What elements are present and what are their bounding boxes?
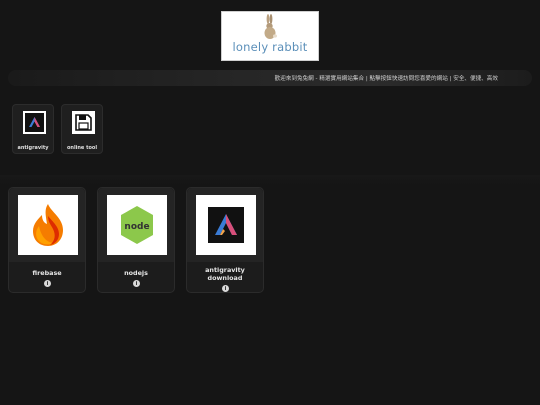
shortcut-icon-frame [72, 111, 95, 134]
floppy-disk-icon [75, 114, 92, 131]
card-image [196, 195, 256, 255]
info-icon[interactable]: i [222, 285, 229, 292]
card-title: firebase [32, 269, 62, 277]
card-firebase[interactable]: firebase i [8, 187, 86, 293]
antigravity-icon [25, 113, 44, 132]
announcement-text: 歡迎來到兔兔網 - 精選實用網站集合 | 點擊按鈕快速訪問您喜愛的網站 | 安全… [274, 76, 498, 82]
card-title: nodejs [124, 269, 148, 277]
logo-text: lonely rabbit [232, 40, 308, 54]
info-icon[interactable]: i [133, 280, 140, 287]
antigravity-icon [208, 207, 244, 243]
card-nodejs[interactable]: node nodejs i [97, 187, 175, 293]
section-divider [0, 175, 540, 185]
firebase-icon [33, 204, 63, 246]
info-icon[interactable]: i [44, 280, 51, 287]
rabbit-icon [264, 14, 277, 39]
site-logo[interactable]: lonely rabbit [221, 11, 319, 61]
nodejs-icon: node [121, 206, 153, 244]
announcement-bar: 歡迎來到兔兔網 - 精選實用網站集合 | 點擊按鈕快速訪問您喜愛的網站 | 安全… [8, 70, 532, 86]
card-title-line-2: download [207, 274, 243, 282]
shortcut-antigravity[interactable]: antigravity [12, 104, 54, 154]
shortcut-online-tool[interactable]: online tool [61, 104, 103, 154]
card-antigravity-download[interactable]: antigravity download i [186, 187, 264, 293]
shortcut-label: online tool [66, 145, 98, 151]
svg-text:node: node [124, 222, 149, 232]
card-image [18, 195, 78, 255]
card-title-line-1: antigravity [205, 266, 245, 274]
shortcut-label: antigravity [17, 145, 49, 151]
card-image: node [107, 195, 167, 255]
shortcut-icon-frame [23, 111, 46, 134]
